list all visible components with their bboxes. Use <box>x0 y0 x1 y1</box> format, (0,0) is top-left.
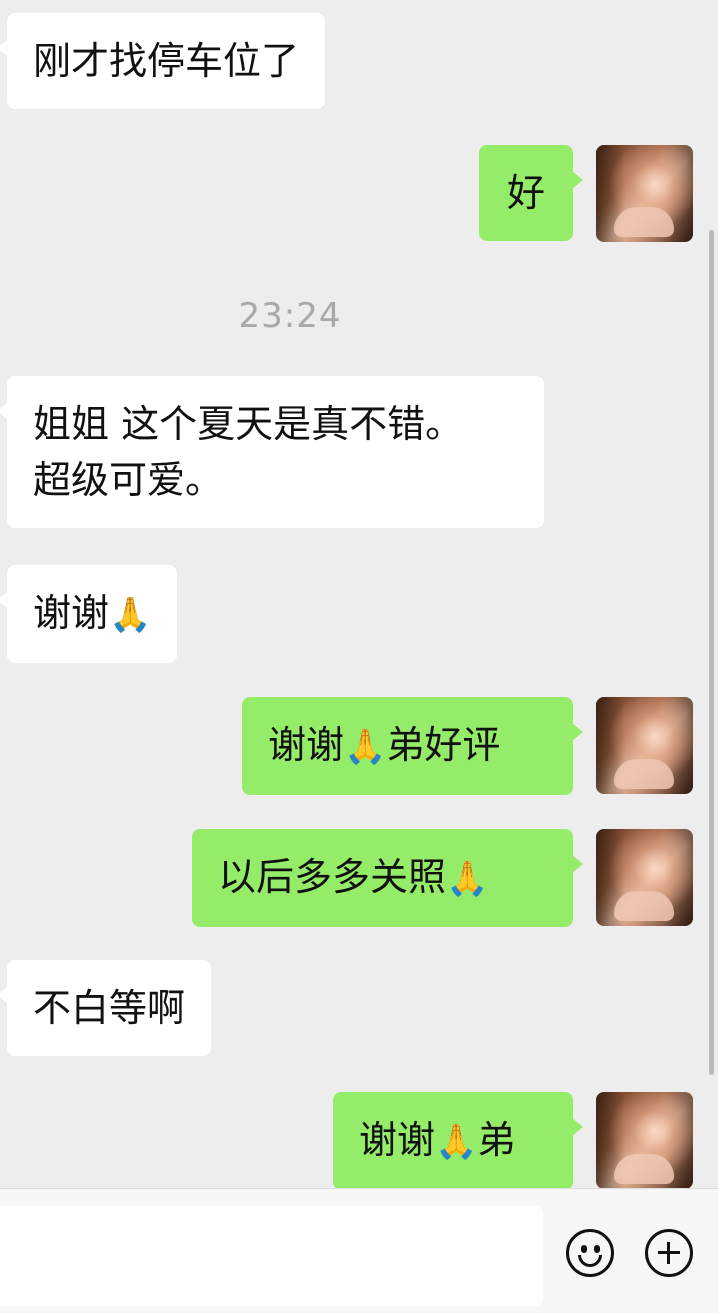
avatar-photo-detail <box>614 759 674 789</box>
message-bubble-outgoing[interactable]: 谢谢🙏弟 <box>333 1092 583 1188</box>
avatar-photo-detail <box>614 207 674 237</box>
message-bubble-outgoing[interactable]: 以后多多关照🙏 <box>192 829 583 927</box>
message-input[interactable] <box>0 1206 543 1306</box>
user-avatar[interactable] <box>596 697 693 794</box>
praying-hands-emoji: 🙏 <box>435 1122 478 1162</box>
message-text: 谢谢 <box>268 723 345 767</box>
message-bubble-incoming[interactable]: 刚才找停车位了 <box>0 13 326 109</box>
praying-hands-emoji: 🙏 <box>446 859 489 899</box>
message-timestamp: 23:24 <box>238 296 342 336</box>
message-bubble-incoming[interactable]: 姐姐 这个夏天是真不错。 超级可爱。 <box>0 376 544 528</box>
message-text: 谢谢 <box>33 591 110 635</box>
praying-hands-emoji: 🙏 <box>109 595 152 635</box>
plus-vertical-stroke <box>667 1242 670 1264</box>
message-bubble-incoming[interactable]: 不白等啊 <box>0 960 212 1056</box>
avatar-photo-detail <box>614 1154 674 1184</box>
message-text: 谢谢 <box>359 1118 436 1162</box>
avatar-photo-detail <box>614 891 674 921</box>
smiley-eye-right <box>594 1245 600 1253</box>
message-text-line: 姐姐 这个夏天是真不错。 <box>33 402 464 446</box>
chat-history[interactable]: 刚才找停车位了 好 23:24 姐姐 这个夏天是真不错。 超级可爱。 谢谢🙏 谢… <box>0 0 718 1188</box>
smiley-eye-left <box>581 1245 587 1253</box>
praying-hands-emoji: 🙏 <box>344 727 387 767</box>
message-bubble-incoming[interactable]: 谢谢🙏 <box>0 565 178 663</box>
message-text: 弟 <box>477 1118 516 1162</box>
user-avatar[interactable] <box>596 829 693 926</box>
user-avatar[interactable] <box>596 145 693 242</box>
chat-scrollbar[interactable] <box>709 230 714 1075</box>
message-text: 好 <box>506 171 545 215</box>
message-text-line: 超级可爱。 <box>33 458 224 502</box>
message-input-bar <box>0 1188 718 1313</box>
message-text: 弟好评 <box>386 723 501 767</box>
plus-circle-icon[interactable] <box>645 1229 693 1277</box>
user-avatar[interactable] <box>596 1092 693 1188</box>
smiley-face-icon[interactable] <box>566 1229 614 1277</box>
smiley-mouth <box>578 1255 602 1267</box>
message-text: 以后多多关照 <box>218 855 447 899</box>
message-text: 不白等啊 <box>33 986 186 1030</box>
message-text: 刚才找停车位了 <box>33 39 300 83</box>
message-bubble-outgoing[interactable]: 好 <box>479 145 583 241</box>
message-bubble-outgoing[interactable]: 谢谢🙏弟好评 <box>242 697 583 795</box>
